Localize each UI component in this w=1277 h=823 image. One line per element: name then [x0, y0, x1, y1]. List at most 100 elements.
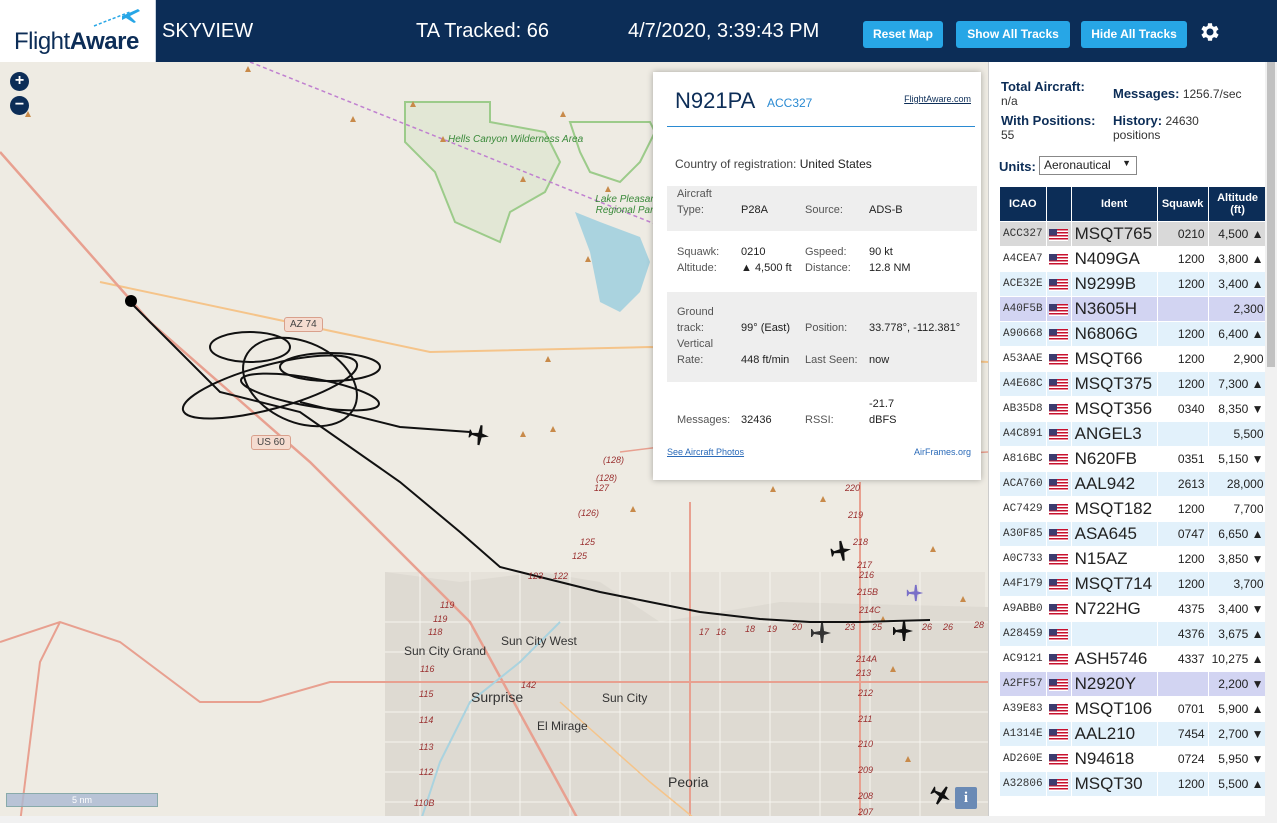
- table-row[interactable]: A4F179 MSQT714 1200 3,700: [999, 571, 1268, 597]
- row-altitude: 5,150 ▼: [1207, 446, 1268, 472]
- row-ident: N94618: [1070, 746, 1158, 772]
- row-altitude: 3,800 ▲: [1207, 246, 1268, 272]
- row-icao: A9ABB0: [999, 596, 1047, 622]
- us-flag-icon: [1045, 446, 1072, 472]
- table-row[interactable]: A816BC N620FB 0351 5,150 ▼: [999, 446, 1268, 472]
- us-flag-icon: [1045, 621, 1072, 647]
- sidebar-scrollbar-thumb[interactable]: [1267, 62, 1275, 367]
- flightaware-plane-logo-icon: [93, 9, 140, 27]
- row-altitude: 2,300: [1207, 296, 1268, 322]
- route-number: 214A: [856, 654, 878, 664]
- table-row[interactable]: A90668 N6806G 1200 6,400 ▲: [999, 321, 1268, 347]
- reset-map-button[interactable]: Reset Map: [863, 21, 943, 48]
- popup-icao[interactable]: ACC327: [767, 96, 812, 110]
- aircraft-icon[interactable]: [810, 622, 832, 644]
- aircraft-icon-selected[interactable]: [468, 424, 490, 446]
- table-row[interactable]: A32806 MSQT30 1200 5,500 ▲: [999, 771, 1268, 797]
- column-header-ident[interactable]: Ident: [1070, 186, 1158, 222]
- aircraft-icon[interactable]: [930, 784, 952, 806]
- messages-stat: Messages: 1256.7/sec: [1113, 86, 1242, 102]
- row-icao: A32806: [999, 771, 1047, 797]
- aircraft-icon[interactable]: [892, 620, 914, 642]
- top-header: FlightAware SKYVIEW TA Tracked: 66 4/7/2…: [0, 0, 1277, 62]
- table-row[interactable]: A4E68C MSQT375 1200 7,300 ▲: [999, 371, 1268, 397]
- row-altitude: 28,000: [1207, 471, 1268, 497]
- zoom-in-button[interactable]: +: [10, 72, 29, 91]
- table-row[interactable]: ACA760 AAL942 2613 28,000: [999, 471, 1268, 497]
- table-row[interactable]: A0C733 N15AZ 1200 3,850 ▼: [999, 546, 1268, 572]
- row-ident: N620FB: [1070, 446, 1158, 472]
- route-number: 211: [858, 714, 873, 724]
- row-altitude: 3,700: [1207, 571, 1268, 597]
- route-number: (128): [596, 473, 618, 483]
- gear-icon[interactable]: [1198, 20, 1222, 44]
- aircraft-icon[interactable]: [830, 540, 852, 562]
- column-header-altitude[interactable]: Altitude (ft): [1207, 186, 1268, 222]
- table-row[interactable]: ACC327 MSQT765 0210 4,500 ▲: [999, 221, 1268, 247]
- row-icao: A816BC: [999, 446, 1047, 472]
- units-select[interactable]: Aeronautical ▼: [1039, 156, 1137, 175]
- park-label-hells-canyon: Hells Canyon Wilderness Area: [448, 134, 584, 145]
- row-squawk: 1200: [1156, 246, 1209, 272]
- row-icao: A28459: [999, 621, 1047, 647]
- column-header-icao[interactable]: ICAO: [999, 186, 1047, 222]
- table-row[interactable]: A39E83 MSQT106 0701 5,900 ▲: [999, 696, 1268, 722]
- ground-track-value: 99° (East): [741, 322, 791, 334]
- row-ident: MSQT106: [1070, 696, 1158, 722]
- row-icao: A2FF57: [999, 671, 1047, 697]
- route-number: 25: [872, 622, 883, 632]
- table-row[interactable]: A30F85 ASA645 0747 6,650 ▲: [999, 521, 1268, 547]
- info-icon[interactable]: i: [955, 787, 977, 809]
- row-ident: AAL210: [1070, 721, 1158, 747]
- city-label-surprise: Surprise: [471, 689, 524, 705]
- airframes-link[interactable]: AirFrames.org: [914, 447, 971, 457]
- row-altitude: 2,200 ▼: [1207, 671, 1268, 697]
- city-label-peoria: Peoria: [668, 774, 709, 790]
- table-row[interactable]: AC7429 MSQT182 1200 7,700: [999, 496, 1268, 522]
- flightaware-logo[interactable]: FlightAware: [0, 0, 156, 62]
- popup-squawk-block: Squawk: 0210 Gspeed: 90 kt Altitude: ▲ 4…: [667, 242, 977, 282]
- table-row[interactable]: AB35D8 MSQT356 0340 8,350 ▼: [999, 396, 1268, 422]
- route-number: 127: [594, 483, 610, 493]
- table-row[interactable]: AC9121 ASH5746 4337 10,275 ▲: [999, 646, 1268, 672]
- row-squawk: 1200: [1156, 546, 1209, 572]
- row-ident: N3605H: [1070, 296, 1158, 322]
- column-header-squawk[interactable]: Squawk: [1156, 186, 1209, 222]
- ground-track-label: Ground: [677, 306, 714, 318]
- route-number: 16: [716, 627, 727, 637]
- route-number: 26: [922, 622, 933, 632]
- table-row[interactable]: A2FF57 N2920Y 2,200 ▼: [999, 671, 1268, 697]
- row-squawk: [1156, 421, 1209, 447]
- see-aircraft-photos-link[interactable]: See Aircraft Photos: [667, 447, 744, 457]
- table-row[interactable]: A28459 4376 3,675 ▲: [999, 621, 1268, 647]
- us-flag-icon: [1045, 746, 1072, 772]
- popup-track-block: Ground track: 99° (East) Position: 33.77…: [667, 292, 977, 382]
- table-row[interactable]: A9ABB0 N722HG 4375 3,400 ▼: [999, 596, 1268, 622]
- flightaware-link[interactable]: FlightAware.com: [904, 94, 971, 104]
- last-seen-value: now: [869, 354, 890, 366]
- row-squawk: 4375: [1156, 596, 1209, 622]
- horizontal-scrollbar[interactable]: [0, 816, 1277, 823]
- table-row[interactable]: A1314E AAL210 7454 2,700 ▼: [999, 721, 1268, 747]
- route-number: 142: [521, 680, 537, 690]
- row-icao: AC9121: [999, 646, 1047, 672]
- route-number: 212: [858, 688, 874, 698]
- city-label-el-mirage: El Mirage: [537, 719, 588, 733]
- us-flag-icon: [1045, 696, 1072, 722]
- us-flag-icon: [1045, 246, 1072, 272]
- us-flag-icon: [1045, 671, 1072, 697]
- row-icao: A4CEA7: [999, 246, 1047, 272]
- table-row[interactable]: A4C891 ANGEL3 5,500: [999, 421, 1268, 447]
- table-row[interactable]: A4CEA7 N409GA 1200 3,800 ▲: [999, 246, 1268, 272]
- us-flag-icon: [1045, 396, 1072, 422]
- table-row[interactable]: A40F5B N3605H 2,300: [999, 296, 1268, 322]
- zoom-out-button[interactable]: −: [10, 96, 29, 115]
- route-number: 125: [580, 537, 596, 547]
- show-all-tracks-button[interactable]: Show All Tracks: [956, 21, 1070, 48]
- row-squawk: 1200: [1156, 571, 1209, 597]
- table-row[interactable]: A53AAE MSQT66 1200 2,900: [999, 346, 1268, 372]
- table-row[interactable]: ACE32E N9299B 1200 3,400 ▲: [999, 271, 1268, 297]
- column-header-flag[interactable]: [1045, 186, 1072, 222]
- hide-all-tracks-button[interactable]: Hide All Tracks: [1081, 21, 1187, 48]
- table-row[interactable]: AD260E N94618 0724 5,950 ▼: [999, 746, 1268, 772]
